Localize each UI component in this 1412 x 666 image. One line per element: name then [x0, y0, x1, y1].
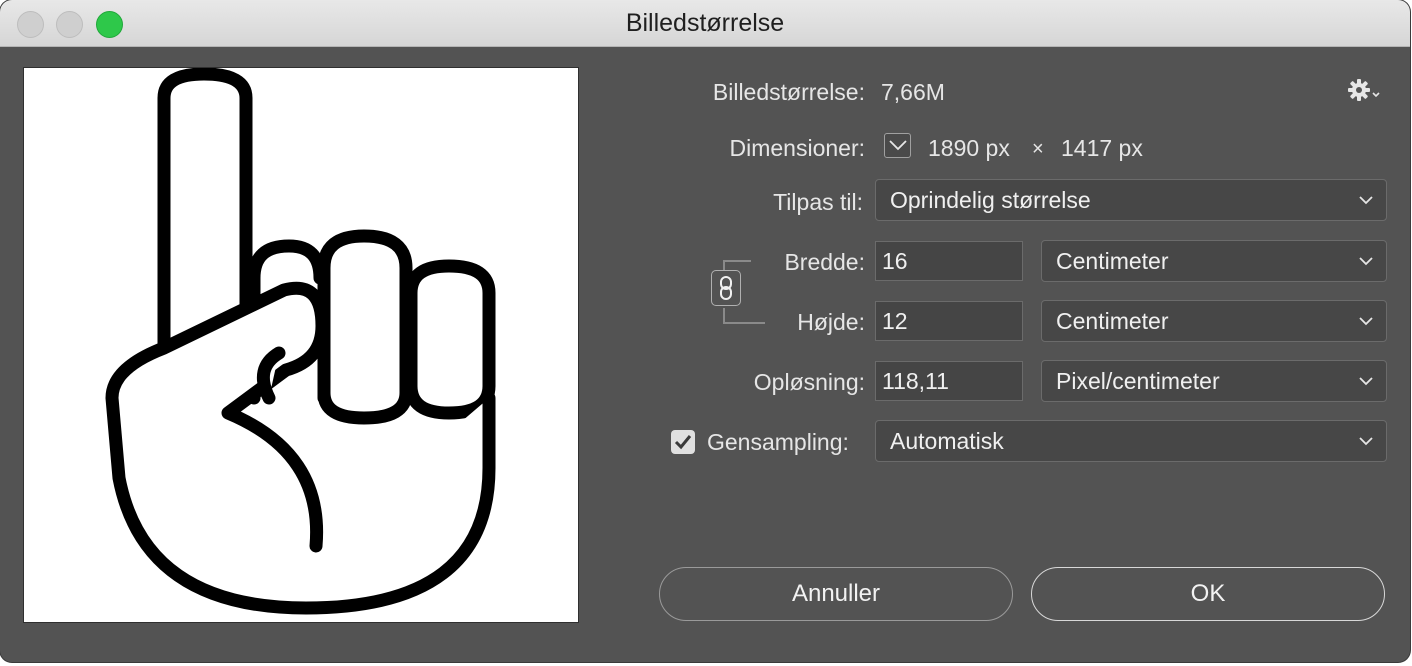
- resample-label: Gensampling:: [707, 429, 849, 455]
- image-preview[interactable]: [23, 67, 579, 623]
- dimensions-width-value: 1890 px: [928, 135, 1010, 161]
- chain-link-icon: [720, 276, 732, 300]
- chevron-down-icon: [889, 140, 907, 151]
- hand-pointing-up-image: [105, 68, 496, 615]
- image-size-label: Billedstørrelse:: [712, 79, 865, 105]
- dimensions-separator: ×: [1032, 138, 1044, 160]
- ok-button[interactable]: OK: [1031, 567, 1385, 621]
- dimensions-height-value: 1417 px: [1061, 135, 1143, 161]
- height-input[interactable]: 12: [875, 301, 1023, 341]
- title-bar: Billedstørrelse: [0, 0, 1410, 47]
- resample-method-value: Automatisk: [890, 428, 1004, 454]
- height-label: Højde:: [797, 309, 865, 335]
- fit-to-value: Oprindelig størrelse: [890, 187, 1091, 213]
- window-title: Billedstørrelse: [625, 9, 785, 37]
- width-label: Bredde:: [784, 249, 865, 275]
- resample-checkbox[interactable]: [671, 430, 695, 454]
- dimensions-label: Dimensioner:: [729, 135, 866, 161]
- resolution-unit-value: Pixel/centimeter: [1056, 368, 1220, 394]
- resolution-input[interactable]: 118,11: [875, 361, 1023, 401]
- height-unit-select[interactable]: Centimeter: [1041, 300, 1387, 342]
- dimensions-unit-toggle[interactable]: [884, 133, 911, 158]
- image-size-dialog: Billedstørrelse Billedstørrelse: 7,66M D…: [0, 0, 1410, 662]
- settings-gear-button[interactable]: [1347, 78, 1381, 104]
- checkmark-icon: [674, 435, 692, 450]
- height-unit-value: Centimeter: [1056, 308, 1169, 334]
- cancel-button[interactable]: Annuller: [659, 567, 1013, 621]
- chevron-down-icon: [1359, 196, 1373, 205]
- chevron-down-icon: [1359, 257, 1373, 266]
- fit-to-label: Tilpas til:: [773, 189, 863, 215]
- width-input[interactable]: 16: [875, 241, 1023, 281]
- width-unit-value: Centimeter: [1056, 248, 1169, 274]
- chevron-down-icon: [1359, 437, 1373, 446]
- fit-to-select[interactable]: Oprindelig størrelse: [875, 179, 1387, 221]
- resolution-unit-select[interactable]: Pixel/centimeter: [1041, 360, 1387, 402]
- chevron-down-icon: [1359, 377, 1373, 386]
- resample-method-select[interactable]: Automatisk: [875, 420, 1387, 462]
- gear-icon: [1348, 79, 1380, 101]
- chevron-down-icon: [1359, 317, 1373, 326]
- width-unit-select[interactable]: Centimeter: [1041, 240, 1387, 282]
- resolution-label: Opløsning:: [753, 369, 865, 395]
- image-size-value: 7,66M: [881, 79, 945, 105]
